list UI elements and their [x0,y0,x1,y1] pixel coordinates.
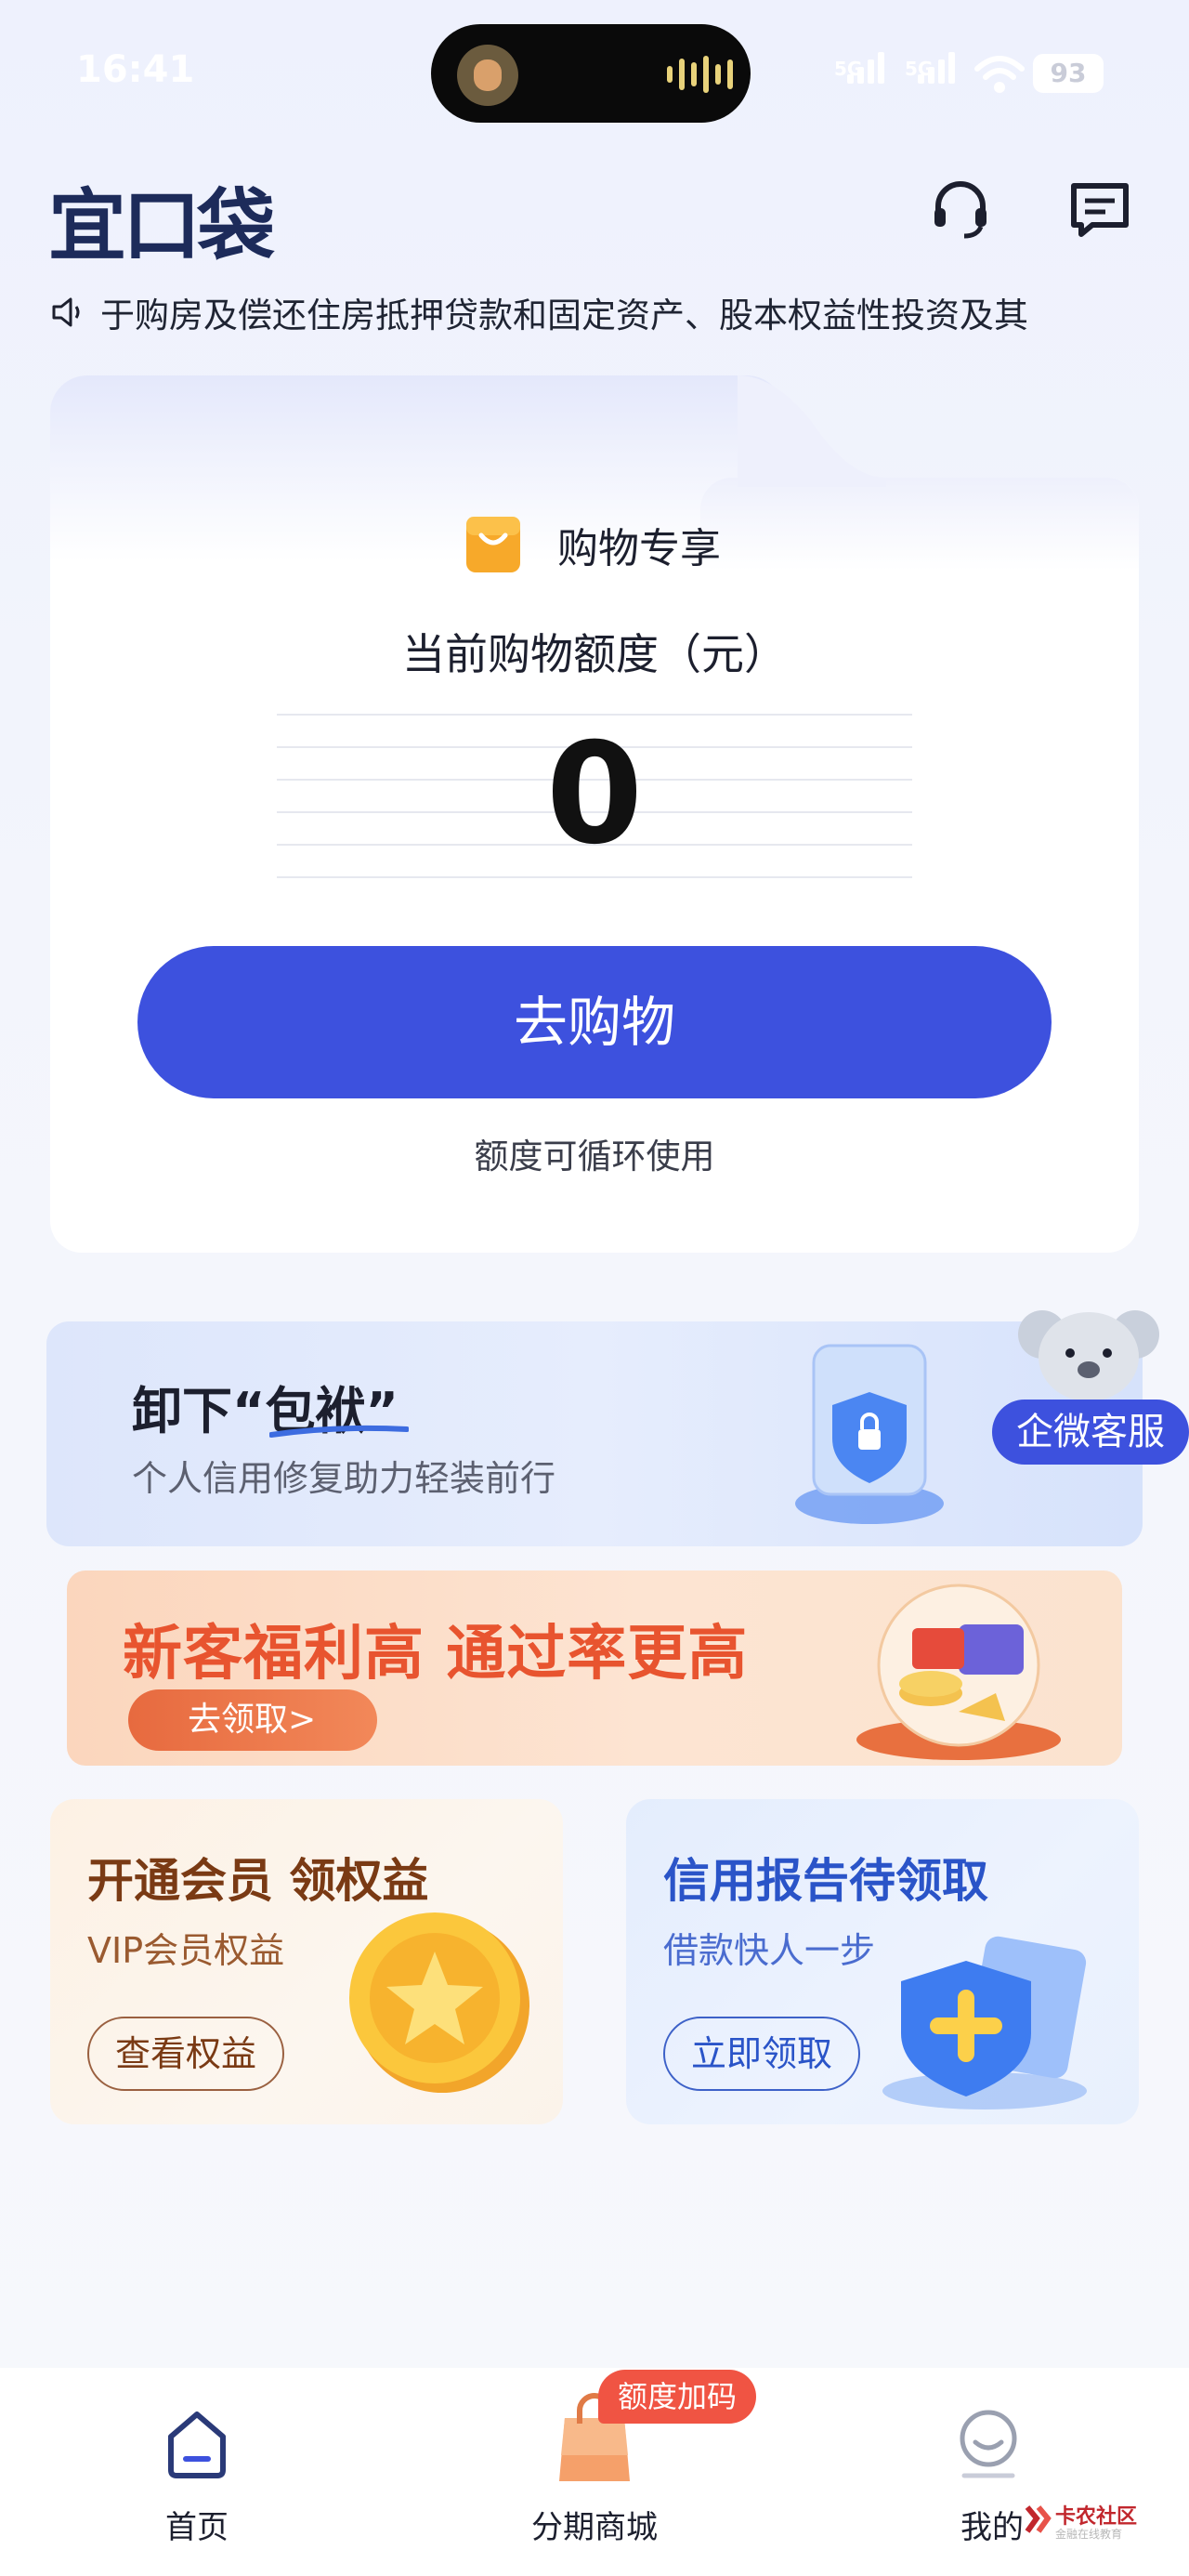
customer-service-icon[interactable] [927,177,994,243]
wechat-service-button[interactable]: 企微客服 [992,1400,1189,1465]
star-coin-icon [349,1912,529,2093]
wifi-icon [974,56,1025,93]
signal-icon-1 [847,52,884,84]
promo-badge: 额度加码 [598,2370,756,2424]
status-time: 16:41 [76,48,195,91]
message-icon[interactable] [1066,177,1133,243]
shop-exclusive-label: 购物专享 [557,525,721,572]
notice-text: 于购房及偿还住房抵押贷款和固定资产、股本权益性投资及其 [100,296,1028,335]
go-shopping-button[interactable]: 去购物 [137,946,1052,1098]
shopping-bag-icon [466,517,520,572]
app-logo: 宜口袋 [48,180,275,271]
credit-report-subtitle: 借款快人一步 [663,1930,876,1971]
quota-value: 0 [545,714,644,875]
gift-globe-illustration [856,1584,1061,1760]
phone-shield-illustration [795,1344,944,1524]
credit-repair-subtitle: 个人信用修复助力轻装前行 [132,1458,556,1499]
battery-indicator: 93 [1033,54,1104,93]
home-icon[interactable] [163,2409,230,2479]
claim-report-button[interactable]: 立即领取 [663,2017,860,2091]
profile-icon[interactable] [953,2407,1024,2481]
watermark-subtext: 金融在线教育 [1055,2528,1123,2541]
new-customer-title: 新客福利高 通过率更高 [123,1620,749,1689]
underline-decoration [269,1425,409,1438]
tab-home[interactable]: 首页 [104,2502,290,2547]
signal-icon-2 [918,52,955,84]
notice-marquee[interactable]: 于购房及偿还住房抵押贷款和固定资产、股本权益性投资及其 [48,288,1141,336]
quota-label: 当前购物额度（元） [402,629,787,679]
vip-title: 开通会员 领权益 [87,1854,429,1908]
watermark-logo-icon [1025,2505,1052,2533]
tab-installment-mall[interactable]: 分期商城 [502,2502,687,2547]
credit-report-title: 信用报告待领取 [663,1854,988,1908]
vip-subtitle: VIP会员权益 [87,1930,285,1971]
audio-wave-icon [667,54,733,95]
view-benefits-button[interactable]: 查看权益 [87,2017,284,2091]
claim-button[interactable]: 去领取> [128,1689,377,1751]
speaker-icon [52,297,80,327]
shield-report-icon [882,1936,1087,2109]
cycle-note: 额度可循环使用 [474,1137,715,1176]
now-playing-thumbnail [457,45,518,106]
